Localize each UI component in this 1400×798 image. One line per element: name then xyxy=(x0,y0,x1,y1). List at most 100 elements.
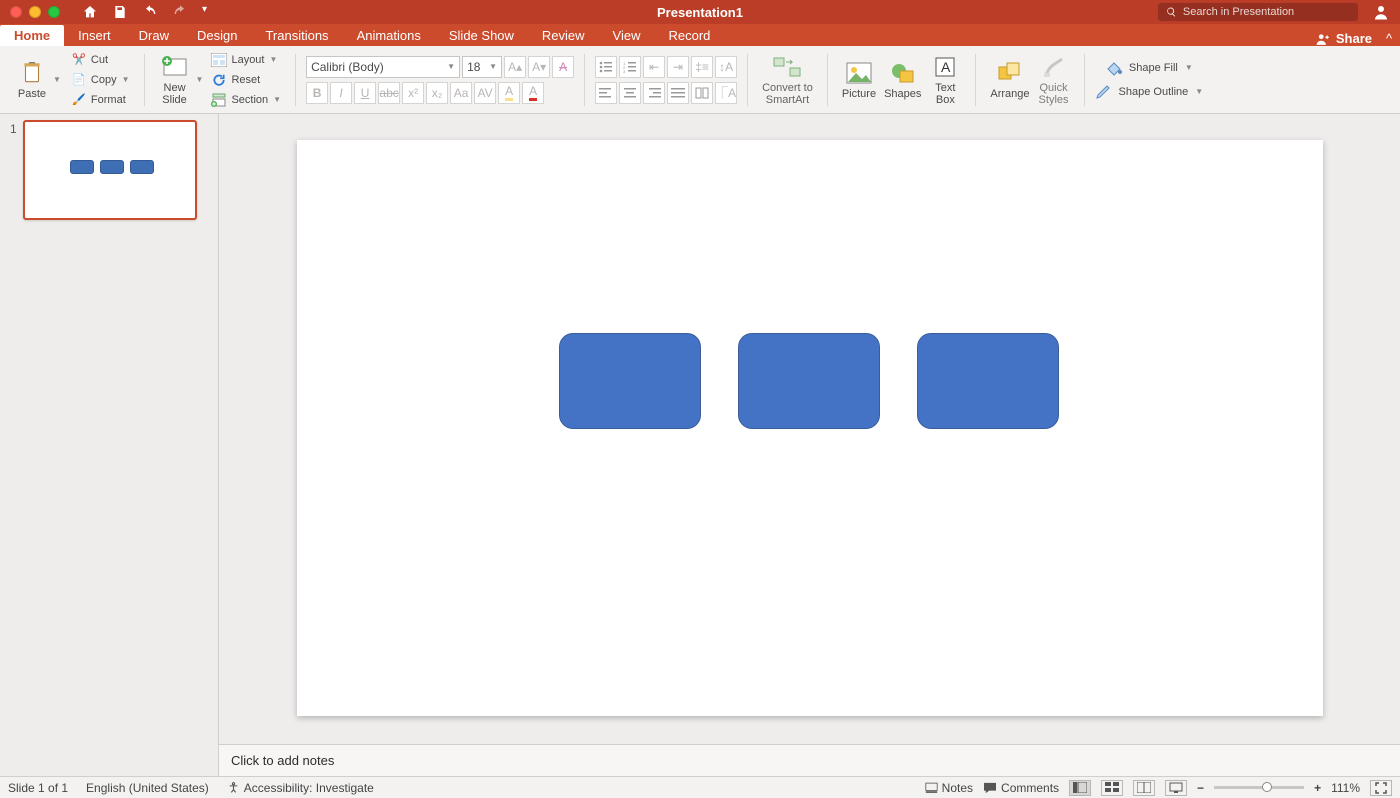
text-box-button[interactable]: A Text Box xyxy=(925,52,965,108)
quick-styles-label: Quick Styles xyxy=(1039,82,1069,106)
arrange-label: Arrange xyxy=(990,88,1029,100)
paste-dropdown-icon[interactable]: ▼ xyxy=(53,75,61,84)
picture-button[interactable]: Picture xyxy=(838,58,880,102)
accessibility-status[interactable]: Accessibility: Investigate xyxy=(227,781,374,795)
highlight-button[interactable]: A xyxy=(498,82,520,104)
slideshow-view-button[interactable] xyxy=(1165,780,1187,796)
rounded-rectangle-3[interactable] xyxy=(917,333,1059,429)
work-area: 1 Click to add notes xyxy=(0,114,1400,776)
normal-view-button[interactable] xyxy=(1069,780,1091,796)
zoom-window-icon[interactable] xyxy=(48,6,60,18)
reading-view-button[interactable] xyxy=(1133,780,1155,796)
collapse-ribbon-icon[interactable]: ^ xyxy=(1378,31,1400,46)
user-icon[interactable] xyxy=(1372,3,1390,21)
align-left-button[interactable] xyxy=(595,82,617,104)
paste-label: Paste xyxy=(18,88,46,100)
smartart-group: Convert to SmartArt xyxy=(752,46,823,113)
pen-icon xyxy=(1095,84,1113,100)
comments-toggle[interactable]: Comments xyxy=(983,781,1059,795)
close-window-icon[interactable] xyxy=(10,6,22,18)
bullets-button[interactable] xyxy=(595,56,617,78)
decrease-indent-button[interactable]: ⇤ xyxy=(643,56,665,78)
increase-indent-button[interactable]: ⇥ xyxy=(667,56,689,78)
rounded-rectangle-1[interactable] xyxy=(559,333,701,429)
thumbnail-row: 1 xyxy=(0,120,218,220)
align-right-button[interactable] xyxy=(643,82,665,104)
tab-draw[interactable]: Draw xyxy=(125,25,183,46)
change-case-button[interactable]: Aa xyxy=(450,82,472,104)
shape-fill-button[interactable]: Shape Fill▼ xyxy=(1105,60,1193,76)
format-painter-button[interactable]: 🖌️Format xyxy=(67,91,134,109)
layout-button[interactable]: Layout▼ xyxy=(207,51,285,69)
clear-formatting-icon[interactable]: A xyxy=(552,56,574,78)
tab-home[interactable]: Home xyxy=(0,25,64,46)
line-spacing-button[interactable]: ‡≡ xyxy=(691,56,713,78)
numbering-button[interactable]: 123 xyxy=(619,56,641,78)
zoom-slider[interactable] xyxy=(1214,786,1304,789)
font-size-select[interactable]: 18▼ xyxy=(462,56,502,78)
redo-icon[interactable] xyxy=(172,4,188,20)
strikethrough-button[interactable]: abc xyxy=(378,82,400,104)
new-slide-dropdown-icon[interactable]: ▼ xyxy=(196,75,204,84)
character-spacing-button[interactable]: AV xyxy=(474,82,496,104)
shape-outline-button[interactable]: Shape Outline▼ xyxy=(1095,84,1204,100)
underline-button[interactable]: U xyxy=(354,82,376,104)
font-color-button[interactable]: A xyxy=(522,82,544,104)
zoom-in-button[interactable]: + xyxy=(1314,781,1321,795)
search-box[interactable] xyxy=(1158,3,1358,21)
slide-sorter-view-button[interactable] xyxy=(1101,780,1123,796)
insert-group: Picture Shapes A Text Box xyxy=(832,46,972,113)
slide-count[interactable]: Slide 1 of 1 xyxy=(8,781,68,795)
italic-button[interactable]: I xyxy=(330,82,352,104)
columns-button[interactable] xyxy=(691,82,713,104)
save-icon[interactable] xyxy=(112,4,128,20)
text-direction-button[interactable]: ↕A xyxy=(715,56,737,78)
home-icon[interactable] xyxy=(82,4,98,20)
font-name-select[interactable]: Calibri (Body)▼ xyxy=(306,56,460,78)
paste-button[interactable]: Paste xyxy=(12,58,52,102)
tab-slideshow[interactable]: Slide Show xyxy=(435,25,528,46)
slide-thumbnail-1[interactable] xyxy=(23,120,197,220)
cut-button[interactable]: ✂️Cut xyxy=(67,51,134,69)
title-bar: ▾ Presentation1 xyxy=(0,0,1400,24)
slide-1[interactable] xyxy=(297,140,1323,716)
align-center-button[interactable] xyxy=(619,82,641,104)
subscript-button[interactable]: x₂ xyxy=(426,82,448,104)
align-text-button[interactable]: ⎾A xyxy=(715,82,737,104)
slide-canvas-scroll[interactable] xyxy=(219,114,1400,744)
tab-record[interactable]: Record xyxy=(655,25,725,46)
justify-button[interactable] xyxy=(667,82,689,104)
quick-styles-button[interactable]: Quick Styles xyxy=(1034,52,1074,108)
tab-view[interactable]: View xyxy=(599,25,655,46)
zoom-out-button[interactable]: − xyxy=(1197,781,1204,795)
share-button[interactable]: Share xyxy=(1316,31,1378,46)
tab-animations[interactable]: Animations xyxy=(343,25,435,46)
new-slide-button[interactable]: New Slide xyxy=(155,52,195,108)
qat-customize-icon[interactable]: ▾ xyxy=(202,4,218,20)
zoom-level[interactable]: 111% xyxy=(1331,781,1360,795)
rounded-rectangle-2[interactable] xyxy=(738,333,880,429)
shapes-button[interactable]: Shapes xyxy=(880,58,925,102)
slide-thumbnail-panel[interactable]: 1 xyxy=(0,114,219,776)
superscript-button[interactable]: x² xyxy=(402,82,424,104)
notes-toggle[interactable]: Notes xyxy=(925,781,973,795)
notes-pane[interactable]: Click to add notes xyxy=(219,744,1400,776)
tab-transitions[interactable]: Transitions xyxy=(251,25,342,46)
search-icon xyxy=(1166,6,1177,18)
tab-design[interactable]: Design xyxy=(183,25,251,46)
arrange-button[interactable]: Arrange xyxy=(986,58,1033,102)
increase-font-icon[interactable]: A▴ xyxy=(504,56,526,78)
decrease-font-icon[interactable]: A▾ xyxy=(528,56,550,78)
convert-smartart-button[interactable]: Convert to SmartArt xyxy=(758,52,817,108)
undo-icon[interactable] xyxy=(142,4,158,20)
section-button[interactable]: Section▼ xyxy=(207,91,285,109)
tab-insert[interactable]: Insert xyxy=(64,25,125,46)
search-input[interactable] xyxy=(1183,6,1350,18)
reset-button[interactable]: Reset xyxy=(207,71,285,89)
tab-review[interactable]: Review xyxy=(528,25,599,46)
fit-to-window-button[interactable] xyxy=(1370,780,1392,796)
minimize-window-icon[interactable] xyxy=(29,6,41,18)
bold-button[interactable]: B xyxy=(306,82,328,104)
language-status[interactable]: English (United States) xyxy=(86,781,209,795)
copy-button[interactable]: 📄Copy▼ xyxy=(67,71,134,89)
